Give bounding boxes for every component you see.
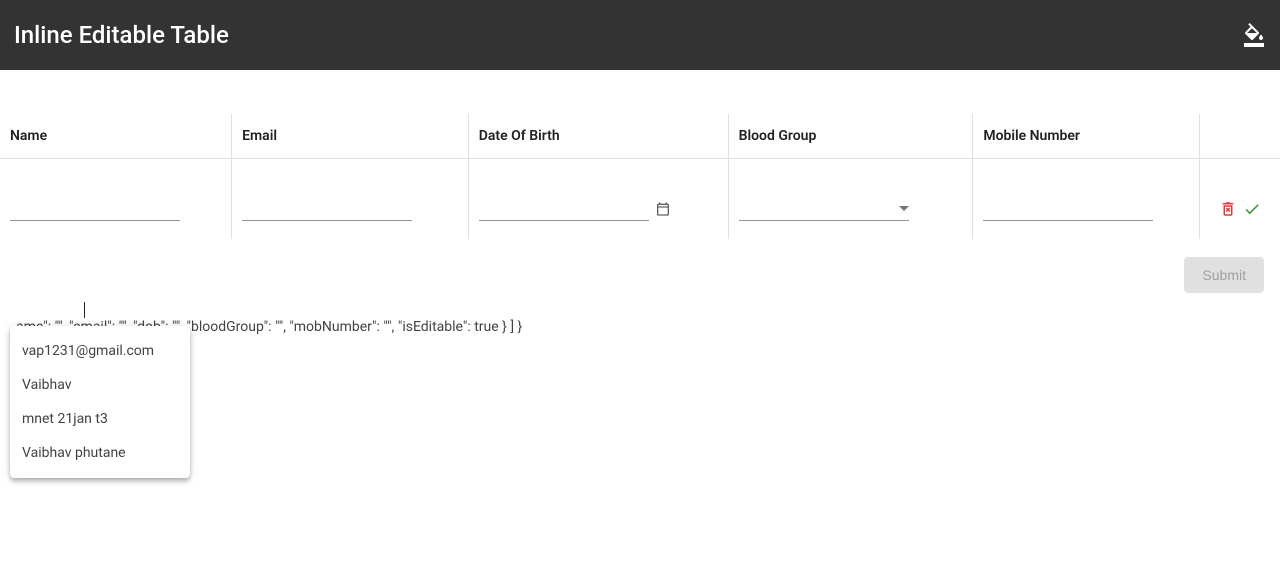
main-content: Name Email Date Of Birth Blood Group Mob…	[0, 114, 1280, 373]
autocomplete-option[interactable]: Vaibhav	[10, 368, 190, 402]
cell-blood	[728, 159, 973, 239]
table-header-row: Name Email Date Of Birth Blood Group Mob…	[0, 114, 1280, 159]
chevron-down-icon	[899, 206, 909, 211]
cell-email	[232, 159, 469, 239]
debug-is-valid: Is Valid: false	[0, 349, 1280, 373]
column-header-dob: Date Of Birth	[468, 114, 728, 159]
check-icon[interactable]	[1243, 200, 1261, 218]
cell-name	[0, 159, 232, 239]
format-color-fill-icon[interactable]	[1242, 23, 1266, 47]
autocomplete-option[interactable]: mnet 21jan t3	[10, 402, 190, 436]
page-title: Inline Editable Table	[14, 21, 229, 49]
dob-input[interactable]	[479, 196, 649, 221]
calendar-icon[interactable]	[655, 201, 671, 217]
mobile-input[interactable]	[983, 196, 1153, 221]
autocomplete-option[interactable]: vap1231@gmail.com	[10, 334, 190, 368]
autocomplete-option[interactable]: Vaibhav phutane	[10, 436, 190, 470]
editable-table: Name Email Date Of Birth Blood Group Mob…	[0, 114, 1280, 239]
column-header-actions	[1199, 114, 1280, 159]
email-input[interactable]	[242, 196, 412, 221]
submit-button[interactable]: Submit	[1184, 257, 1264, 293]
table-row	[0, 159, 1280, 239]
cell-actions	[1199, 159, 1280, 239]
text-cursor-icon	[84, 302, 85, 318]
name-input[interactable]	[10, 196, 180, 221]
column-header-email: Email	[232, 114, 469, 159]
app-header: Inline Editable Table	[0, 0, 1280, 70]
column-header-mobile: Mobile Number	[973, 114, 1200, 159]
autocomplete-panel: vap1231@gmail.com Vaibhav mnet 21jan t3 …	[10, 326, 190, 478]
submit-row: Submit	[0, 239, 1280, 293]
cell-dob	[468, 159, 728, 239]
cell-mobile	[973, 159, 1200, 239]
debug-form-data: ame": "", "email": "", "dob": "", "blood…	[0, 315, 1280, 339]
blood-group-select[interactable]	[739, 197, 909, 221]
column-header-blood: Blood Group	[728, 114, 973, 159]
delete-icon[interactable]	[1219, 200, 1237, 218]
column-header-name: Name	[0, 114, 232, 159]
